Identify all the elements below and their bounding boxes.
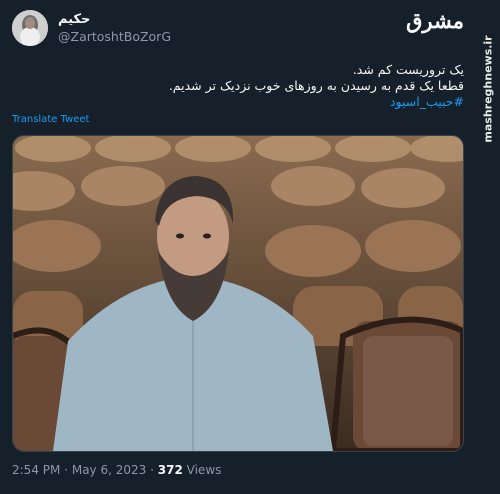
site-watermark: mashreghnews.ir <box>478 34 498 144</box>
separator-dot-2: · <box>150 463 154 477</box>
tweet-footer: 2:54 PM · May 6, 2023 · 372 Views <box>12 463 221 477</box>
tweet-date[interactable]: May 6, 2023 <box>72 463 146 477</box>
tweet-text-line-1: یک تروریست کم شد. <box>352 62 464 77</box>
views-label: Views <box>186 463 222 477</box>
display-name[interactable]: حکیم <box>58 12 171 28</box>
courtroom-photo-image <box>13 136 463 451</box>
user-handle[interactable]: @ZartoshtBoZorG <box>58 28 171 45</box>
author-names: حکیم @ZartoshtBoZorG <box>58 12 171 45</box>
avatar-portrait-icon <box>12 10 48 46</box>
tweet-text: یک تروریست کم شد. قطعا یک قدم به رسیدن ب… <box>44 62 464 110</box>
separator-dot-1: · <box>64 463 69 477</box>
tweet-time[interactable]: 2:54 PM <box>12 463 60 477</box>
site-watermark-text: mashreghnews.ir <box>481 35 495 143</box>
tweet-text-line-2: قطعا یک قدم به رسیدن به روزهای خوب نزدیک… <box>168 78 464 93</box>
views-count: 372 <box>157 463 183 477</box>
translate-tweet-link[interactable]: Translate Tweet <box>12 114 89 125</box>
brand-logo: مشرق <box>406 8 465 33</box>
avatar[interactable] <box>12 10 48 46</box>
hashtag-link[interactable]: #حبیب_اسیود <box>44 94 464 110</box>
tweet-photo[interactable] <box>12 135 464 452</box>
